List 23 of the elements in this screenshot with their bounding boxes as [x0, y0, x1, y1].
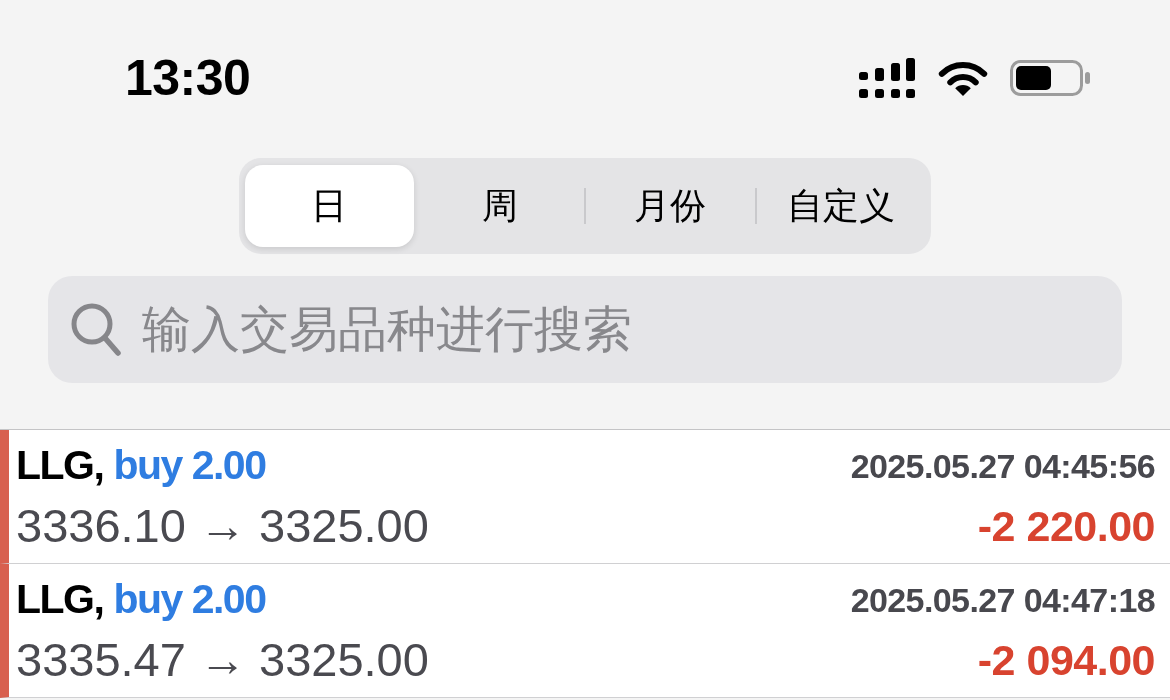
trade-row[interactable]: LLG, buy 2.00 2025.05.27 04:47:18 3335.47 → 3325.00 -2 094.00: [0, 564, 1170, 698]
order-text: buy 2.00: [113, 441, 266, 491]
search-input[interactable]: 输入交易品种进行搜索: [142, 292, 1102, 367]
wifi-icon: [938, 59, 988, 97]
battery-icon: [1010, 60, 1090, 96]
period-tab[interactable]: 日: [245, 165, 414, 247]
trade-time: 2025.05.27 04:45:56: [850, 445, 1155, 487]
clock-time: 13:30: [125, 53, 251, 103]
profit-value: -2 094.00: [977, 634, 1155, 686]
price-change-text: 3335.47 → 3325.00: [16, 631, 429, 688]
symbol-text: LLG,: [16, 441, 104, 491]
search-icon: [70, 301, 122, 358]
search-field[interactable]: 输入交易品种进行搜索: [48, 276, 1122, 383]
symbol-text: LLG,: [16, 575, 104, 625]
period-tab[interactable]: 自定义: [756, 165, 925, 247]
period-tab[interactable]: 月份: [586, 165, 755, 247]
cellular-signal-icon: [858, 57, 916, 99]
period-tab[interactable]: 周: [415, 165, 584, 247]
trade-time: 2025.05.27 04:47:18: [850, 579, 1155, 621]
order-text: buy 2.00: [113, 575, 266, 625]
profit-value: -2 220.00: [977, 500, 1155, 552]
trade-row[interactable]: LLG, buy 2.00 2025.05.27 04:45:56 3336.10 → 3325.00 -2 220.00: [0, 430, 1170, 564]
price-change-text: 3336.10 → 3325.00: [16, 497, 429, 554]
